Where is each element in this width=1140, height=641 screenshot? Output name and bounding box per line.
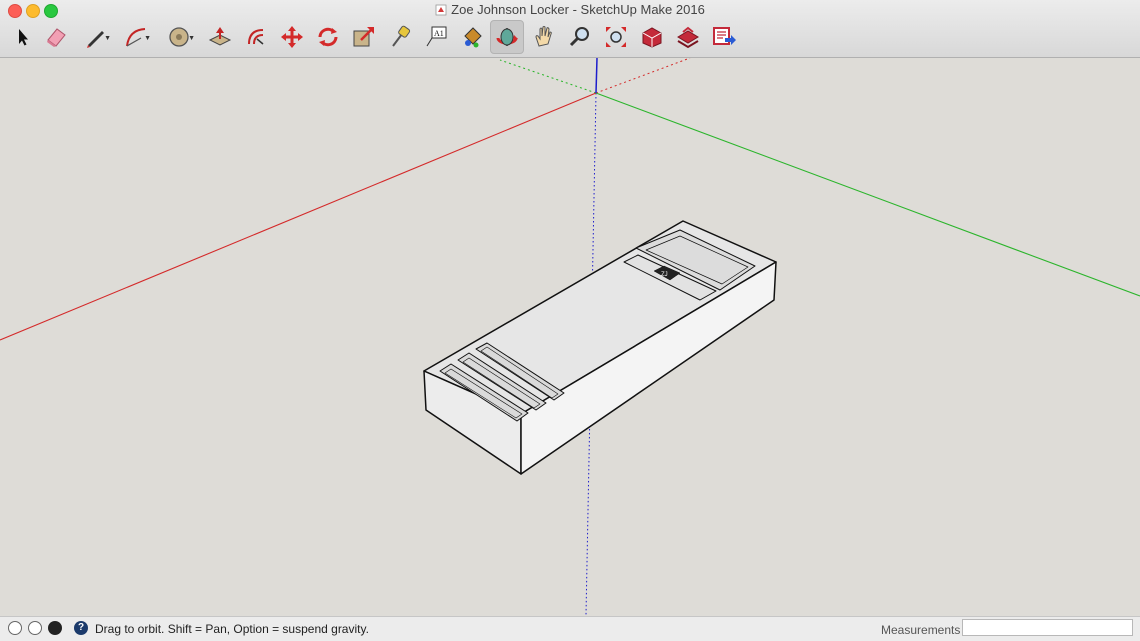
shapes-tool-button[interactable]: ▼ [164, 20, 196, 54]
zoom-tool-button[interactable] [564, 20, 596, 54]
statusbar: ? Drag to orbit. Shift = Pan, Option = s… [0, 616, 1140, 641]
status-message: Drag to orbit. Shift = Pan, Option = sus… [95, 622, 369, 636]
arc-tool-button[interactable]: ▼ [120, 20, 152, 54]
send-to-layout-tool-button[interactable] [708, 20, 740, 54]
move-arrows-icon [281, 26, 303, 48]
extension-warehouse-icon [677, 26, 699, 49]
text-label-icon: A1 [426, 26, 447, 47]
layout-icon [713, 27, 736, 45]
zoom-extents-icon [606, 27, 626, 47]
rotate-icon [318, 27, 338, 47]
offset-tool-button[interactable] [240, 20, 272, 54]
measurements-input[interactable] [962, 619, 1133, 636]
pan-tool-button[interactable] [528, 20, 560, 54]
user-account-icon[interactable] [48, 621, 62, 635]
chevron-down-icon: ▼ [144, 35, 151, 42]
move-tool-button[interactable] [276, 20, 308, 54]
green-axis-hidden [499, 59, 597, 94]
document-icon [435, 4, 447, 16]
offset-icon [248, 29, 264, 45]
window-title: Zoe Johnson Locker - SketchUp Make 2016 [451, 2, 705, 17]
3d-viewport[interactable]: ZJ [0, 58, 1140, 615]
geo-location-icon[interactable] [8, 621, 22, 635]
chevron-down-icon: ▼ [188, 35, 195, 42]
red-axis-hidden [595, 58, 691, 94]
scale-icon [353, 27, 374, 47]
text-tool-glyph: A1 [434, 29, 444, 38]
tape-measure-icon [392, 25, 411, 47]
chevron-down-icon: ▼ [104, 35, 111, 42]
tape-measure-tool-button[interactable] [384, 20, 416, 54]
select-tool-button[interactable] [6, 20, 38, 54]
orbit-tool-button[interactable] [490, 20, 524, 54]
rotate-tool-button[interactable] [312, 20, 344, 54]
window-titlebar: Zoe Johnson Locker - SketchUp Make 2016 … [0, 0, 1140, 58]
locker-box-model[interactable]: ZJ [423, 220, 777, 475]
warehouse-icon [642, 27, 662, 48]
push-pull-icon [208, 27, 232, 46]
measurements-label: Measurements [881, 623, 961, 637]
line-tool-button[interactable]: ▼ [80, 20, 112, 54]
magnifier-icon [569, 27, 589, 47]
text-tool-button[interactable]: A1 [420, 20, 452, 54]
scale-tool-button[interactable] [348, 20, 380, 54]
hand-icon [535, 26, 552, 47]
red-axis [0, 92, 597, 341]
orbit-icon [496, 28, 518, 46]
logo-glyph: ZJ [661, 272, 668, 278]
blue-axis [595, 58, 598, 94]
eraser-icon [47, 28, 66, 47]
help-icon[interactable]: ? [74, 621, 88, 635]
credits-icon[interactable] [28, 621, 42, 635]
3d-warehouse-tool-button[interactable] [636, 20, 668, 54]
push-pull-tool-button[interactable] [204, 20, 236, 54]
eraser-tool-button[interactable] [40, 20, 72, 54]
paint-bucket-tool-button[interactable] [456, 20, 488, 54]
paint-bucket-icon [464, 27, 482, 48]
zoom-extents-tool-button[interactable] [600, 20, 632, 54]
window-title-wrap: Zoe Johnson Locker - SketchUp Make 2016 [0, 2, 1140, 17]
extension-warehouse-tool-button[interactable] [672, 20, 704, 54]
arrow-cursor-icon [19, 29, 28, 46]
